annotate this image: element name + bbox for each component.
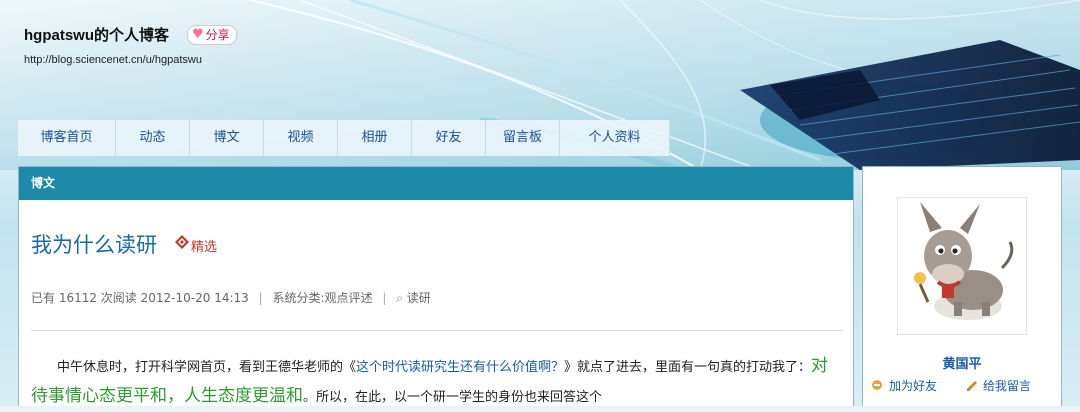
nav-item-home[interactable]: 博客首页 (18, 120, 116, 156)
blog-url: http://blog.sciencenet.cn/u/hgpatswu (24, 54, 202, 66)
share-button[interactable]: ♥ 分享 (187, 25, 237, 45)
profile-sidebar: 黄国平 加为好友 给我留言 (862, 166, 1062, 406)
nav-item-friends[interactable]: 好友 (412, 120, 486, 156)
blog-title[interactable]: hgpatswu的个人博客 (24, 24, 169, 45)
post-date: 2012-10-20 14:13 (140, 291, 249, 305)
nav-item-guestbook[interactable]: 留言板 (486, 120, 560, 156)
body-text: 中午休息时，打开科学网首页，看到王德华老师的《 (57, 360, 357, 375)
add-friend-button[interactable]: 加为好友 (871, 377, 937, 394)
nav-item-album[interactable]: 相册 (338, 120, 412, 156)
avatar[interactable] (897, 197, 1027, 335)
meta-separator: | (382, 291, 387, 305)
add-friend-icon (872, 379, 882, 390)
nav-item-activity[interactable]: 动态 (116, 120, 190, 156)
post-body: 中午休息时，打开科学网首页，看到王德华老师的《这个时代读研究生还有什么价值啊？》… (31, 352, 843, 412)
post-panel: 博文 我为什么读研 精选 已有 16112 次阅读 2012-10-20 14:… (18, 166, 854, 406)
post-tag[interactable]: 读研 (407, 291, 431, 305)
nav-bar: 博客首页 动态 博文 视频 相册 好友 留言板 个人资料 (18, 120, 670, 156)
tag-icon: ⌕ (396, 291, 403, 305)
read-count: 已有 16112 次阅读 (31, 291, 137, 305)
meta-separator: | (258, 291, 263, 305)
post-title: 我为什么读研 (31, 233, 157, 257)
featured-badge: 精选 (174, 229, 217, 255)
featured-icon (175, 235, 189, 249)
body-text: 》就点了进去，里面有一句真的打动我了： (564, 360, 812, 375)
section-title: 博文 (19, 167, 853, 200)
user-name[interactable]: 黄国平 (863, 353, 1061, 372)
leave-message-button[interactable]: 给我留言 (965, 377, 1031, 394)
add-friend-label: 加为好友 (889, 379, 938, 393)
nav-item-video[interactable]: 视频 (264, 120, 338, 156)
post-meta: 已有 16112 次阅读 2012-10-20 14:13 | 系统分类:观点评… (31, 289, 431, 306)
body-text: 。所以，在此，以一个研一学生的身份也来回答这个 (303, 390, 603, 405)
referenced-article-link[interactable]: 这个时代读研究生还有什么价值啊？ (356, 360, 564, 375)
nav-item-posts[interactable]: 博文 (190, 120, 264, 156)
heart-icon: ♥ (192, 27, 204, 42)
donkey-avatar (914, 202, 1014, 320)
leave-message-label: 给我留言 (983, 379, 1032, 393)
share-label: 分享 (205, 28, 230, 42)
pencil-icon (967, 380, 977, 391)
nav-item-profile[interactable]: 个人资料 (560, 120, 670, 156)
featured-label: 精选 (191, 240, 218, 255)
post-category[interactable]: 系统分类:观点评述 (272, 291, 372, 305)
divider (31, 330, 843, 331)
